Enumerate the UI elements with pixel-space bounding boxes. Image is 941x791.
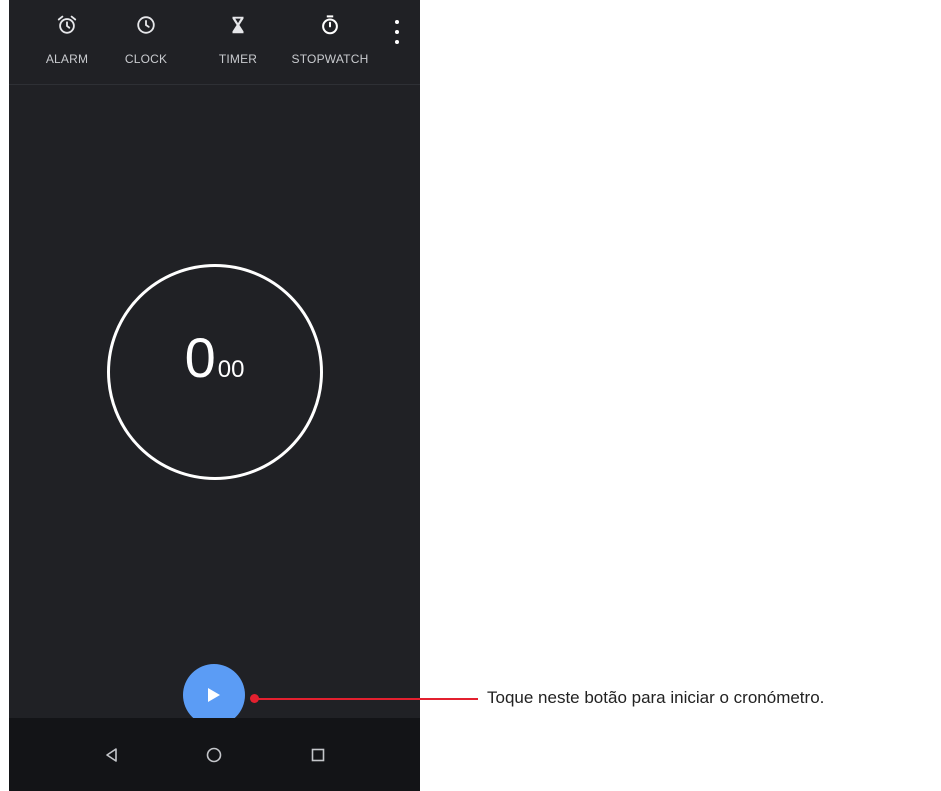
menu-dot bbox=[395, 30, 399, 34]
phone-screen: ALARM CLOCK TIMER STOPWATCH 000 bbox=[9, 0, 420, 791]
stopwatch-time: 000 bbox=[9, 330, 420, 386]
stopwatch-icon bbox=[322, 15, 338, 35]
tab-stopwatch-label: STOPWATCH bbox=[291, 52, 369, 66]
tab-alarm-label: ALARM bbox=[45, 52, 89, 66]
stopwatch-centiseconds: 00 bbox=[217, 356, 245, 383]
annotation-pointer-dot bbox=[250, 694, 259, 703]
tab-timer-label: TIMER bbox=[218, 52, 258, 66]
hourglass-icon bbox=[232, 16, 244, 34]
recents-button[interactable] bbox=[309, 746, 327, 764]
home-circle-icon bbox=[206, 747, 222, 763]
menu-dot bbox=[395, 20, 399, 24]
alarm-clock-icon bbox=[57, 15, 77, 34]
tab-timer[interactable]: TIMER bbox=[192, 0, 284, 84]
clock-icon bbox=[137, 16, 155, 34]
back-triangle-icon bbox=[106, 748, 117, 762]
menu-dot bbox=[395, 40, 399, 44]
start-stopwatch-button[interactable] bbox=[183, 664, 245, 726]
home-button[interactable] bbox=[205, 746, 223, 764]
system-nav-bar bbox=[9, 718, 420, 791]
annotation-pointer-line bbox=[254, 698, 478, 700]
tab-stopwatch[interactable]: STOPWATCH bbox=[284, 0, 376, 84]
back-button[interactable] bbox=[103, 746, 121, 764]
annotation-caption: Toque neste botão para iniciar o cronóme… bbox=[487, 688, 825, 707]
play-icon bbox=[208, 688, 220, 702]
tab-bar: ALARM CLOCK TIMER STOPWATCH bbox=[9, 0, 420, 85]
recents-square-icon bbox=[311, 748, 325, 762]
more-options-icon[interactable] bbox=[387, 20, 407, 44]
stopwatch-seconds: 0 bbox=[184, 326, 216, 389]
tab-clock[interactable]: CLOCK bbox=[100, 0, 192, 84]
tab-clock-label: CLOCK bbox=[124, 52, 168, 66]
